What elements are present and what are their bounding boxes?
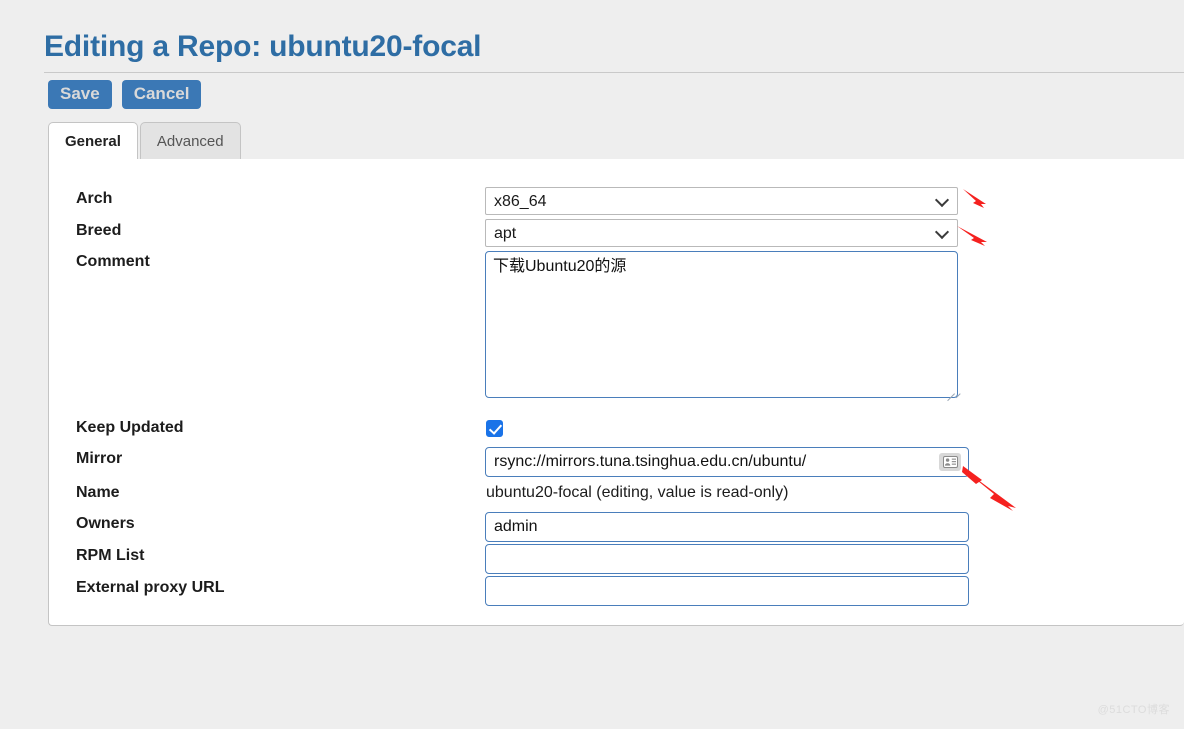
arch-select[interactable]: x86_64 bbox=[485, 187, 958, 215]
label-arch: Arch bbox=[76, 190, 113, 207]
mirror-input[interactable] bbox=[485, 447, 969, 477]
tab-general[interactable]: General bbox=[48, 122, 138, 160]
name-readonly-value: ubuntu20-focal (editing, value is read-o… bbox=[486, 484, 789, 501]
cancel-button[interactable]: Cancel bbox=[121, 80, 202, 109]
contact-card-autofill-icon[interactable] bbox=[939, 453, 961, 471]
breed-select-wrap: apt bbox=[485, 219, 958, 247]
label-mirror: Mirror bbox=[76, 450, 123, 467]
label-name: Name bbox=[76, 484, 120, 501]
save-button[interactable]: Save bbox=[48, 80, 112, 109]
label-rpm-list: RPM List bbox=[76, 547, 145, 564]
label-keep-updated: Keep Updated bbox=[76, 419, 184, 436]
page-root: Editing a Repo: ubuntu20-focal Save Canc… bbox=[0, 0, 1184, 729]
arch-select-wrap: x86_64 bbox=[485, 187, 958, 215]
external-proxy-url-input-wrap bbox=[485, 576, 969, 606]
title-divider bbox=[44, 72, 1184, 73]
breed-select[interactable]: apt bbox=[485, 219, 958, 247]
label-external-proxy-url: External proxy URL bbox=[76, 579, 225, 596]
form-panel: Arch x86_64 Breed apt Comment 下载Ubuntu20… bbox=[48, 159, 1184, 626]
keep-updated-checkbox[interactable] bbox=[486, 420, 503, 437]
label-comment: Comment bbox=[76, 253, 150, 270]
owners-input-wrap bbox=[485, 512, 969, 542]
label-owners: Owners bbox=[76, 515, 135, 532]
keep-updated-checkbox-wrap bbox=[486, 420, 503, 442]
mirror-input-wrap bbox=[485, 447, 969, 477]
name-readonly-wrap: ubuntu20-focal (editing, value is read-o… bbox=[486, 484, 788, 502]
page-title: Editing a Repo: ubuntu20-focal bbox=[44, 30, 482, 63]
tab-strip: General Advanced bbox=[48, 122, 1184, 160]
owners-input[interactable] bbox=[485, 512, 969, 542]
comment-textarea[interactable]: 下载Ubuntu20的源 bbox=[485, 251, 958, 398]
rpm-list-input-wrap bbox=[485, 544, 969, 574]
external-proxy-url-input[interactable] bbox=[485, 576, 969, 606]
watermark: @51CTO博客 bbox=[1097, 704, 1170, 716]
rpm-list-input[interactable] bbox=[485, 544, 969, 574]
comment-textarea-wrap: 下载Ubuntu20的源 bbox=[485, 251, 961, 402]
tab-advanced[interactable]: Advanced bbox=[139, 122, 241, 159]
action-button-row: Save Cancel bbox=[48, 80, 202, 109]
label-breed: Breed bbox=[76, 222, 122, 239]
